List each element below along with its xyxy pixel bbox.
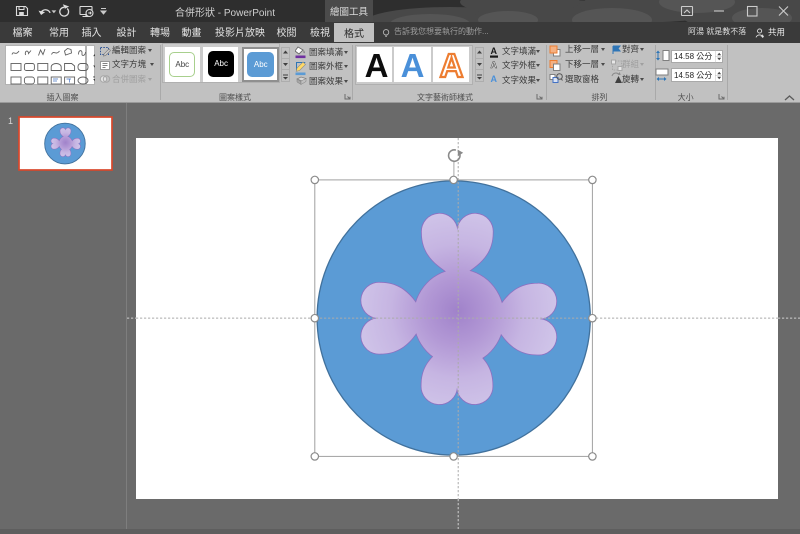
svg-text:1: 1 <box>8 116 13 126</box>
svg-text:A: A <box>491 74 498 84</box>
svg-text:A: A <box>491 46 498 56</box>
svg-text:A: A <box>491 60 498 70</box>
